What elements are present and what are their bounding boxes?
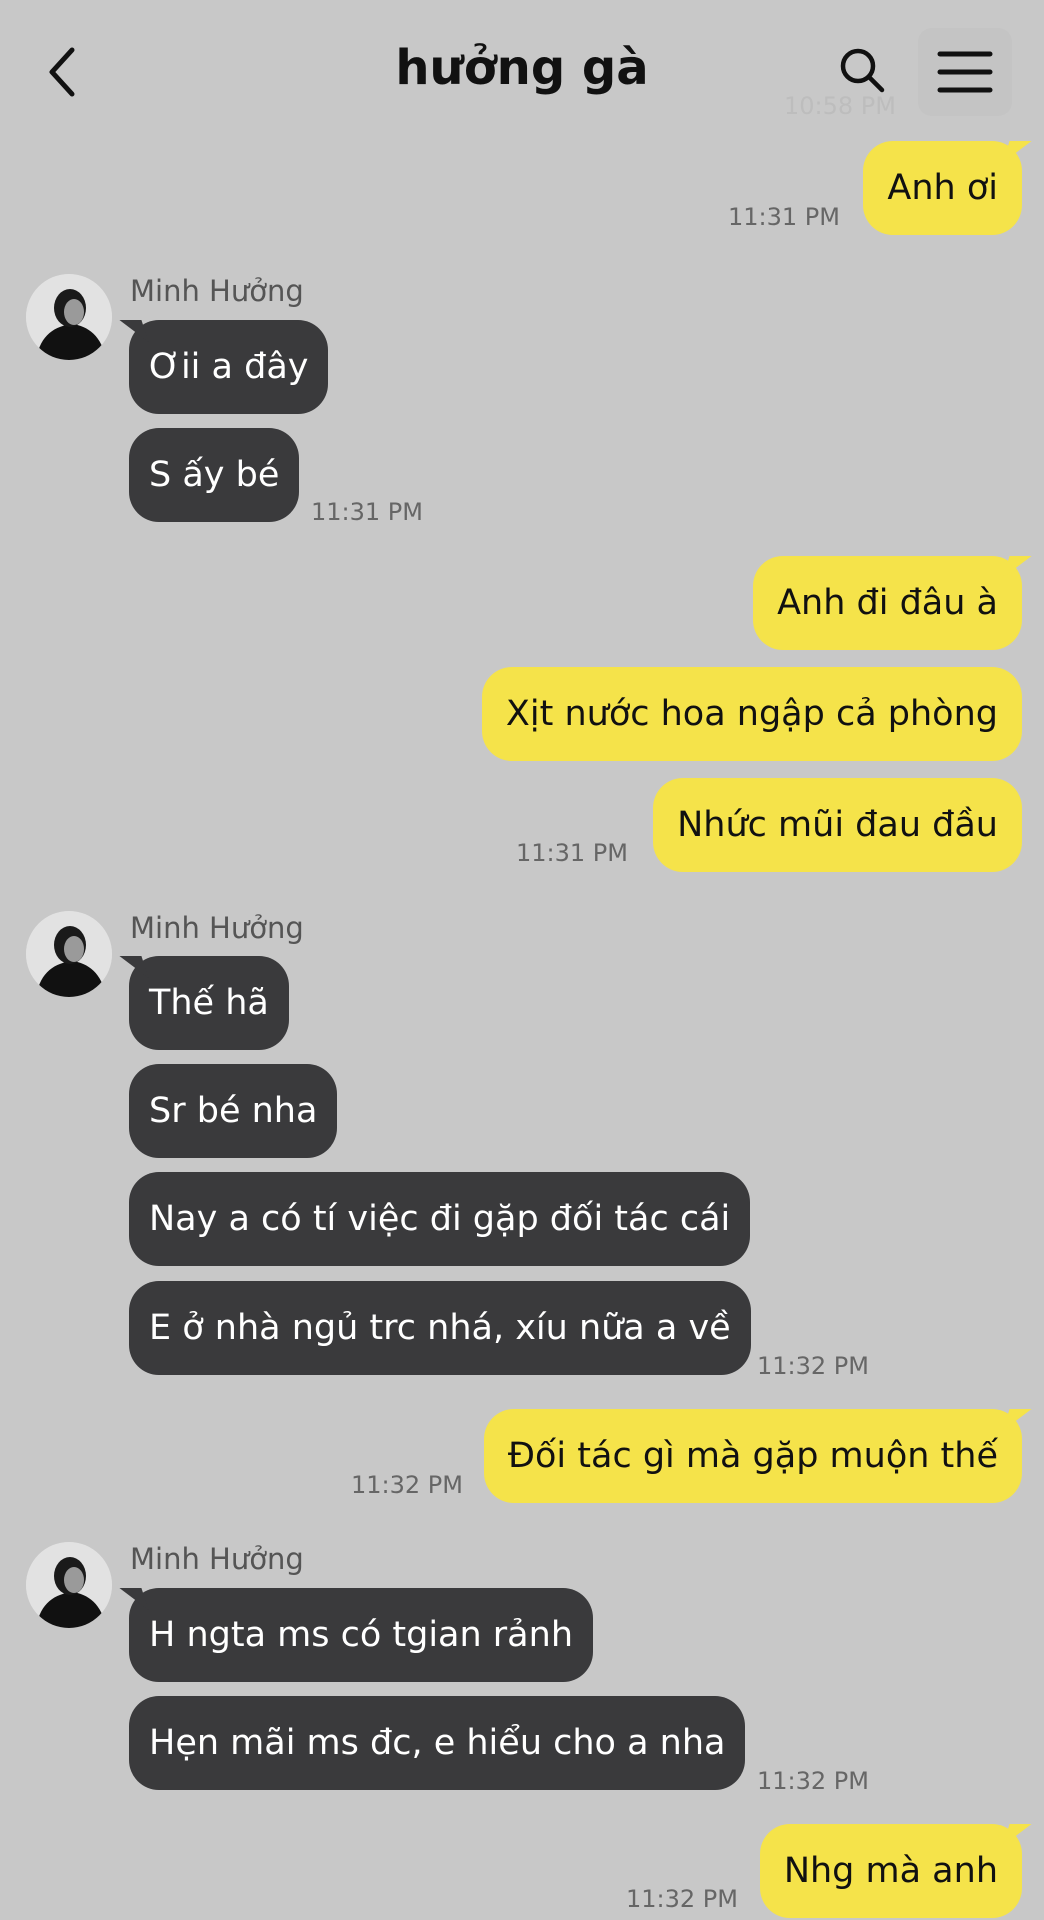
chat-header: hưởng gà 10:58 PM xyxy=(0,0,1044,130)
avatar[interactable] xyxy=(26,274,112,360)
my-message-bubble[interactable]: Nhg mà anh xyxy=(759,1824,1022,1918)
my-message-bubble[interactable]: Nhức mũi đau đầu xyxy=(653,778,1022,872)
sender-name: Minh Hưởng xyxy=(130,911,304,945)
my-message-bubble[interactable]: Xịt nước hoa ngập cả phòng xyxy=(481,667,1022,761)
message-timestamp: 11:31 PM xyxy=(311,498,423,526)
their-message-bubble[interactable]: Sr bé nha xyxy=(129,1064,338,1158)
message-timestamp: 11:32 PM xyxy=(757,1767,869,1795)
sender-name: Minh Hưởng xyxy=(130,274,304,308)
scrolled-timestamp: 10:58 PM xyxy=(784,92,896,120)
my-message-bubble[interactable]: Anh đi đâu à xyxy=(753,556,1022,650)
profile-photo-icon xyxy=(26,1542,112,1628)
their-message-bubble[interactable]: H ngta ms có tgian rảnh xyxy=(129,1588,593,1682)
message-timestamp: 11:31 PM xyxy=(728,203,840,231)
their-message-bubble[interactable]: Thế hã xyxy=(129,956,289,1050)
search-icon xyxy=(840,48,885,93)
sender-name: Minh Hưởng xyxy=(130,1542,304,1576)
profile-photo-icon xyxy=(26,911,112,997)
message-timestamp: 11:32 PM xyxy=(757,1352,869,1380)
message-timestamp: 11:32 PM xyxy=(626,1885,738,1913)
search-button[interactable] xyxy=(838,46,886,94)
chat-title: hưởng gà xyxy=(395,40,649,96)
their-message-bubble[interactable]: Nay a có tí việc đi gặp đối tác cái xyxy=(129,1172,751,1266)
avatar[interactable] xyxy=(26,1542,112,1628)
their-message-bubble[interactable]: Ơii a đây xyxy=(129,320,329,414)
hamburger-menu-icon xyxy=(937,51,993,93)
message-timestamp: 11:31 PM xyxy=(516,839,628,867)
avatar[interactable] xyxy=(26,911,112,997)
menu-button[interactable] xyxy=(918,28,1012,116)
message-timestamp: 11:32 PM xyxy=(351,1471,463,1499)
their-message-bubble[interactable]: Hẹn mãi ms đc, e hiểu cho a nha xyxy=(129,1696,746,1790)
my-message-bubble[interactable]: Anh ơi xyxy=(863,141,1022,235)
their-message-bubble[interactable]: E ở nhà ngủ trc nhá, xíu nữa a về xyxy=(129,1281,751,1375)
profile-photo-icon xyxy=(26,274,112,360)
their-message-bubble[interactable]: S ấy bé xyxy=(129,428,300,522)
my-message-bubble[interactable]: Đối tác gì mà gặp muộn thế xyxy=(483,1409,1022,1503)
